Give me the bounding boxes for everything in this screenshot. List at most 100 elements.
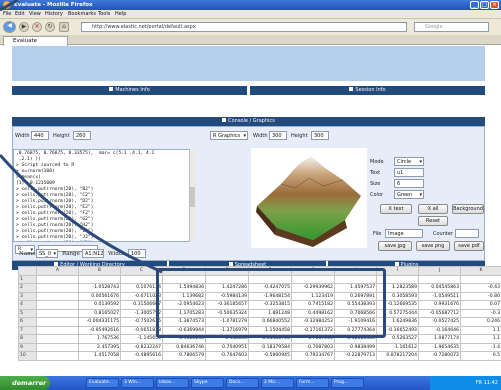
tab-evaluate[interactable]: Evaluate — [3, 36, 68, 46]
grid-cell[interactable] — [36, 325, 79, 335]
grid-cell[interactable]: -1.4 — [460, 342, 501, 352]
grid-cell[interactable]: 0.7040951 — [205, 342, 249, 352]
grid-cell[interactable]: -0.80 — [460, 291, 501, 301]
grid-cell[interactable] — [418, 274, 461, 284]
taskbar-item-1[interactable]: Evaluate... — [86, 378, 119, 388]
grid-cell[interactable]: -1.9654635 — [418, 342, 461, 352]
grid-cell[interactable]: -0.8232247 — [120, 342, 163, 352]
reset-button[interactable]: Reset — [418, 216, 448, 226]
row-header[interactable]: 6 — [18, 317, 37, 327]
grid-cell[interactable]: 0.9931676 — [418, 300, 461, 310]
grid-cell[interactable]: -0.43 — [460, 283, 501, 293]
sheet-name-select[interactable]: SS_0 — [36, 249, 58, 258]
column-header[interactable] — [18, 266, 37, 276]
size-input[interactable]: 6 — [394, 179, 424, 188]
grid-cell[interactable]: 0.84636746 — [162, 342, 206, 352]
grid-cell[interactable]: 0.246 — [460, 317, 501, 327]
grid-cell[interactable]: -0.7280072 — [418, 351, 461, 361]
grid-cell[interactable]: 1.767536 — [78, 334, 121, 344]
taskbar-item-2[interactable]: 3 Win... — [121, 378, 154, 388]
grid-cell[interactable]: 0.07 — [460, 300, 501, 310]
reload-icon[interactable]: ↻ — [45, 22, 55, 32]
grid-cell[interactable]: 0.5 — [460, 351, 501, 361]
search-bar[interactable]: Google — [414, 22, 489, 32]
range-input[interactable]: A1:N12 — [82, 249, 104, 258]
row-header[interactable]: 5 — [18, 308, 37, 318]
row-header[interactable]: 10 — [18, 351, 37, 361]
grid-cell[interactable] — [36, 308, 79, 318]
grid-cell[interactable]: 0.00561676 — [78, 291, 121, 301]
column-header[interactable]: K — [460, 266, 501, 276]
row-header[interactable]: 3 — [18, 291, 37, 301]
grid-cell[interactable] — [36, 334, 79, 344]
grid-cell[interactable]: -1.0549511 — [418, 291, 461, 301]
grid-cell[interactable] — [460, 274, 501, 284]
column-header[interactable]: A — [36, 266, 79, 276]
grid-cell[interactable]: 1.0877174 — [418, 334, 461, 344]
file-input[interactable]: Image — [385, 229, 423, 238]
menu-help[interactable]: Help — [115, 11, 126, 18]
grid-cell[interactable] — [36, 342, 79, 352]
grid-cell[interactable]: 0.878217204 — [376, 351, 419, 361]
counter-input[interactable] — [455, 229, 479, 238]
menu-file[interactable]: File — [3, 11, 11, 18]
grid-cell[interactable]: -0.22879713 — [334, 351, 377, 361]
stop-icon[interactable]: ✕ — [32, 22, 42, 32]
grid-cell[interactable]: 1.1 — [460, 334, 501, 344]
grid-cell[interactable]: 0.7806579 — [162, 351, 206, 361]
row-header[interactable]: 7 — [18, 325, 37, 335]
row-header[interactable]: 1 — [18, 274, 37, 284]
grid-cell[interactable]: -1.161612 — [376, 342, 419, 352]
left-width-input[interactable]: 440 — [31, 131, 49, 140]
minimize-icon[interactable]: _ — [470, 1, 479, 9]
taskbar-item-7[interactable]: Form... — [296, 378, 329, 388]
graphics-device-select[interactable]: R Graphics — [210, 131, 248, 140]
console-graphics-bar[interactable]: Console / Graphics — [12, 117, 485, 126]
row-header[interactable]: 9 — [18, 342, 37, 352]
grid-cell[interactable]: -0.05687712 — [418, 308, 461, 318]
grid-cell[interactable]: 1.4517058 — [78, 351, 121, 361]
row-header[interactable]: 4 — [18, 300, 37, 310]
column-header[interactable]: B — [78, 266, 121, 276]
grid-cell[interactable] — [78, 274, 121, 284]
taskbar-item-3[interactable]: Inbox... — [156, 378, 189, 388]
machines-info-bar[interactable]: Machines Info — [12, 86, 247, 95]
taskbar-item-4[interactable]: Skype — [191, 378, 224, 388]
column-header[interactable]: J — [418, 266, 461, 276]
grid-cell[interactable]: -0.164646 — [418, 325, 461, 335]
sheet-width-input[interactable]: 100 — [128, 249, 146, 258]
text-input[interactable]: u1 — [394, 168, 424, 177]
grid-cell[interactable]: -0.0527425 — [418, 317, 461, 327]
menu-view[interactable]: View — [29, 11, 41, 18]
grid-cell[interactable]: -0.4895616 — [120, 351, 163, 361]
background-button[interactable]: Background — [452, 204, 484, 214]
grid-cell[interactable]: -0.7087803 — [291, 342, 335, 352]
url-bar[interactable]: http://www.elastic.net/portal/default.as… — [81, 22, 407, 32]
menu-tools[interactable]: Tools — [98, 11, 110, 18]
grid-cell[interactable]: -0.004331175 — [78, 317, 121, 327]
r-console-output[interactable]: ,0.76875, 0.76875, 0.33575), mar= c(5.1 … — [13, 149, 196, 242]
right-width-input[interactable]: 300 — [269, 131, 287, 140]
grid-cell[interactable]: 0.79234767 — [291, 351, 335, 361]
grid-cell[interactable] — [36, 283, 79, 293]
save-pdf-button[interactable]: save pdf — [454, 241, 484, 251]
x-text-button[interactable]: X text — [380, 204, 412, 214]
save-jpg-button[interactable]: save jpg — [378, 241, 412, 251]
grid-cell[interactable]: 2.457395 — [78, 342, 121, 352]
grid-cell[interactable]: -0.7647603 — [205, 351, 249, 361]
close-icon[interactable]: ✕ — [490, 1, 499, 9]
left-height-input[interactable]: 260 — [73, 131, 91, 140]
start-button[interactable]: demarrer — [0, 376, 50, 390]
grid-cell[interactable] — [36, 317, 79, 327]
maximize-icon[interactable]: □ — [480, 1, 489, 9]
grid-cell[interactable]: 0.0139592 — [78, 300, 121, 310]
grid-cell[interactable] — [36, 274, 79, 284]
x-all-button[interactable]: X all — [418, 204, 448, 214]
grid-cell[interactable]: -0.3 — [460, 308, 501, 318]
grid-cell[interactable]: 0.9838499 — [334, 342, 377, 352]
taskbar-item-8[interactable]: Prog... — [331, 378, 364, 388]
grid-cell[interactable]: -1.0528743 — [78, 283, 121, 293]
taskbar-item-5[interactable]: Docs... — [226, 378, 259, 388]
grid-cell[interactable] — [36, 351, 79, 361]
console-scroll-thumb[interactable] — [190, 187, 195, 207]
